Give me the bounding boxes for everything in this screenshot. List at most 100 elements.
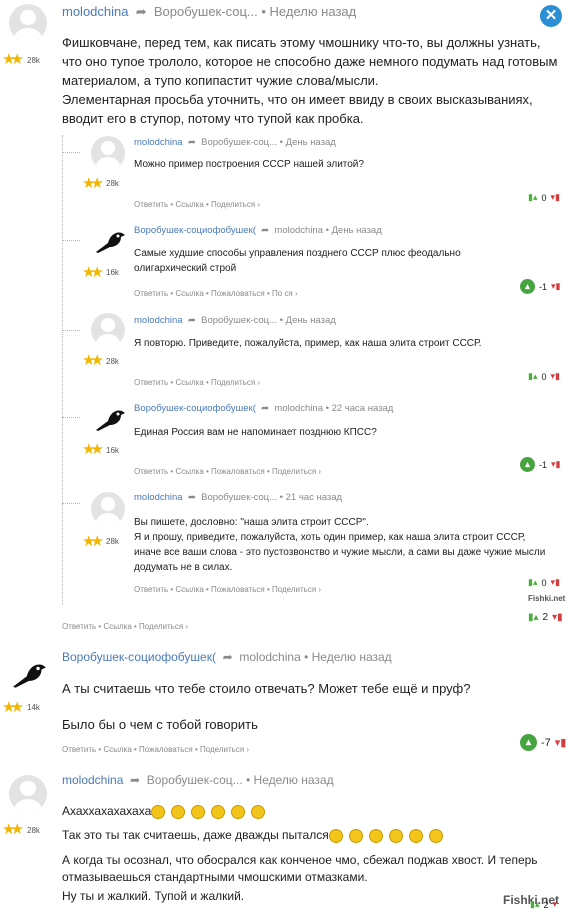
comment-header: molodchina ➦ Воробушек-соц... • День наз…	[134, 315, 336, 326]
username-link[interactable]: molodchina	[62, 4, 129, 19]
comment-time: • День назад	[279, 315, 336, 326]
rating-stars-icon: ★★	[82, 352, 104, 369]
thread-line	[62, 503, 80, 504]
rating-stars-icon: ★★	[82, 533, 104, 550]
comment-text: А ты считаешь что тебе стоило отвечать? …	[62, 681, 471, 696]
reply-to-link[interactable]: Воробушек-соц...	[201, 492, 277, 503]
comment-time: • 22 часа назад	[325, 403, 394, 414]
reply-to-link[interactable]: Воробушек-соц...	[201, 315, 277, 326]
comment-header: molodchina ➦ Воробушек-соц... • День наз…	[134, 137, 336, 148]
comment-text: Единая Россия вам не напоминает позднюю …	[134, 427, 377, 438]
comment-text: Фишковчане, перед тем, как писать этому …	[62, 35, 558, 126]
thread-line	[62, 240, 80, 241]
vote-count: 0	[541, 192, 547, 203]
user-rating: 28k	[106, 357, 119, 366]
comment-text: Ну ты и жалкий. Тупой и жалкий.	[62, 889, 245, 903]
comment-header: molodchina ➦ Воробушек-соц... • 21 час н…	[134, 492, 342, 503]
username-link[interactable]: molodchina	[134, 492, 183, 503]
thumb-down-icon[interactable]: ▾▮	[551, 577, 560, 588]
comment-header: Воробушек-социофобушек( ➦ molodchina • Н…	[62, 650, 392, 664]
reply-to-link[interactable]: Воробушек-соц...	[147, 773, 243, 787]
avatar[interactable]	[91, 313, 125, 347]
user-rating: 28k	[106, 537, 119, 546]
thumb-up-icon[interactable]: ▴	[520, 457, 535, 472]
user-rating: 28k	[27, 826, 40, 835]
comment-time: • 21 час назад	[279, 492, 343, 503]
thumb-down-icon[interactable]: ▾▮	[551, 371, 560, 382]
thumb-down-icon[interactable]: ▾▮	[551, 192, 560, 203]
thread-line	[62, 152, 80, 153]
username-link[interactable]: molodchina	[134, 315, 183, 326]
thumb-down-icon[interactable]: ▾▮	[551, 281, 560, 292]
comment-time: • Неделю назад	[261, 4, 357, 19]
username-link[interactable]: molodchina	[62, 773, 123, 787]
thumb-up-icon[interactable]: ▮▴	[528, 612, 539, 623]
comment-actions[interactable]: Ответить • Ссылка • Пожаловаться • Подел…	[134, 585, 321, 594]
rating-stars-icon: ★★	[82, 264, 104, 281]
username-link[interactable]: Воробушек-социофобушек(	[62, 650, 216, 664]
crow-avatar-icon[interactable]	[94, 225, 126, 255]
vote-count: -1	[539, 459, 548, 470]
thumb-up-icon[interactable]: ▮▴	[530, 899, 539, 910]
avatar[interactable]	[91, 492, 125, 526]
reply-arrow-icon: ➦	[185, 315, 199, 326]
vote-widget: ▴ -7 ▾▮	[520, 734, 566, 751]
comment-text: Ахаххахахахаха	[62, 804, 152, 818]
rating-stars-icon: ★★	[2, 699, 24, 716]
comment-actions[interactable]: Ответить • Ссылка • Поделиться ›	[62, 622, 188, 631]
thumb-up-icon[interactable]: ▴	[520, 734, 537, 751]
user-rating: 28k	[27, 56, 40, 65]
avatar[interactable]	[9, 775, 47, 813]
reply-to-link[interactable]: Воробушек-соц...	[201, 137, 277, 148]
reply-arrow-icon: ➦	[219, 650, 237, 664]
comment-actions[interactable]: Ответить • Ссылка • Пожаловаться • Подел…	[134, 467, 321, 476]
comment-text: Так это ты так считаешь, даже дважды пыт…	[62, 828, 329, 842]
reply-to-link[interactable]: Воробушек-соц...	[154, 4, 258, 19]
vote-count: -7	[541, 736, 551, 749]
vote-count: 2	[543, 899, 549, 910]
comment-text: Я повторю. Приведите, пожалуйста, пример…	[134, 338, 482, 349]
username-link[interactable]: Воробушек-социофобушек(	[134, 225, 256, 236]
thumb-up-icon[interactable]: ▴	[520, 279, 535, 294]
thumb-down-icon[interactable]: ▾	[553, 899, 558, 910]
thumb-down-icon[interactable]: ▾▮	[552, 612, 563, 623]
username-link[interactable]: Воробушек-социофобушек(	[134, 403, 256, 414]
user-rating: 16k	[106, 268, 119, 277]
reply-to-link[interactable]: molodchina	[239, 650, 300, 664]
close-icon[interactable]: ✕	[540, 5, 562, 27]
reply-to-link[interactable]: molodchina	[274, 225, 323, 236]
reply-arrow-icon: ➦	[185, 137, 199, 148]
vote-count: -1	[539, 281, 548, 292]
reply-arrow-icon: ➦	[258, 225, 272, 236]
comment-actions[interactable]: Ответить • Ссылка • Поделиться ›	[134, 200, 260, 209]
avatar[interactable]	[91, 136, 125, 170]
username-link[interactable]: molodchina	[134, 137, 183, 148]
rating-stars-icon: ★★	[2, 51, 24, 68]
crow-avatar-icon[interactable]	[94, 403, 126, 433]
comment-actions[interactable]: Ответить • Ссылка • Поделиться ›	[134, 378, 260, 387]
rating-stars-icon: ★★	[82, 441, 104, 458]
reply-to-link[interactable]: molodchina	[274, 403, 323, 414]
thumb-up-icon[interactable]: ▮▴	[528, 371, 537, 382]
user-rating: 28k	[106, 179, 119, 188]
watermark: Fishki.net	[528, 594, 566, 603]
crow-avatar-icon[interactable]	[10, 656, 48, 690]
thumb-up-icon[interactable]: ▮▴	[528, 192, 537, 203]
comment-time: • Неделю назад	[246, 773, 334, 787]
thumb-down-icon[interactable]: ▾▮	[551, 459, 560, 470]
user-rating: 14k	[27, 703, 40, 712]
user-rating: 16k	[106, 446, 119, 455]
comment-actions[interactable]: Ответить • Ссылка • Пожаловаться • По ся…	[134, 289, 298, 298]
avatar[interactable]	[9, 4, 47, 42]
thread-line	[62, 417, 80, 418]
vote-widget: ▮▴ 2 ▾	[530, 899, 557, 910]
thumb-up-icon[interactable]: ▮▴	[528, 577, 537, 588]
comment-text-line: Так это ты так считаешь, даже дважды пыт…	[62, 828, 449, 843]
thread-line	[62, 135, 63, 605]
comment-time: • День назад	[279, 137, 336, 148]
reply-arrow-icon: ➦	[126, 773, 144, 787]
comment-actions[interactable]: Ответить • Ссылка • Пожаловаться • Подел…	[62, 745, 249, 754]
comment-text-line: Ахаххахахахаха	[62, 804, 271, 819]
comment-header: molodchina ➦ Воробушек-соц... • Неделю н…	[62, 773, 334, 787]
thumb-down-icon[interactable]: ▾▮	[555, 736, 567, 749]
